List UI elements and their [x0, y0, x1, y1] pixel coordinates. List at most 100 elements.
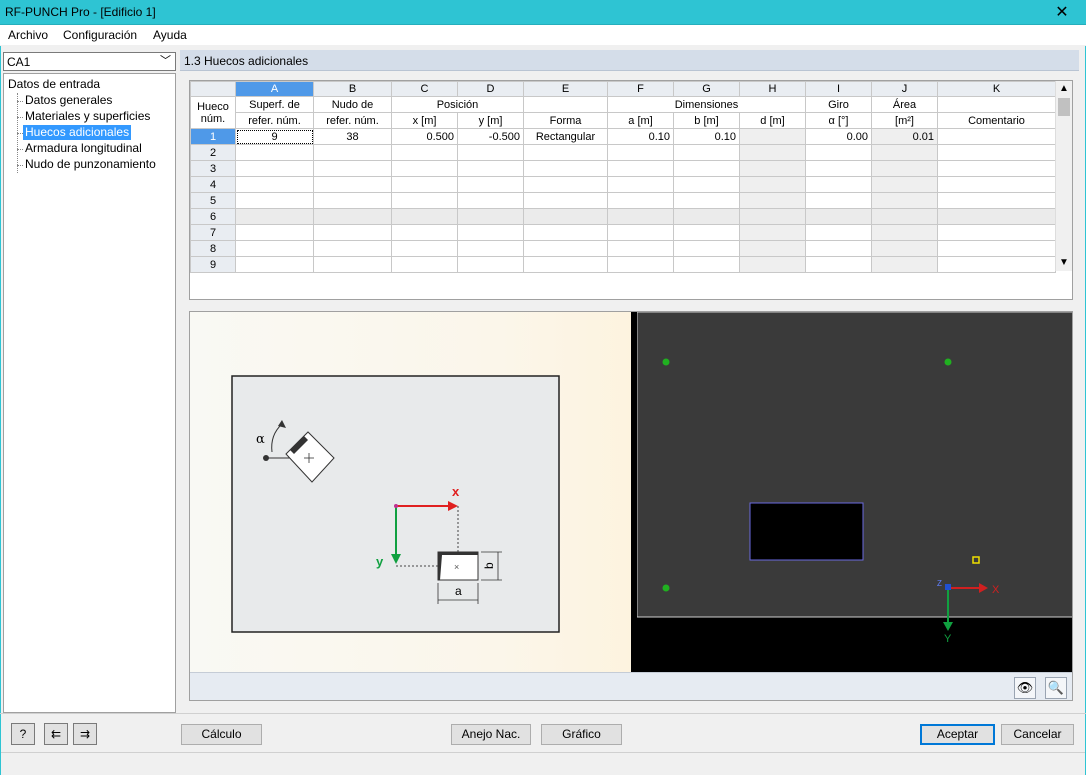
cell-b[interactable]	[313, 240, 392, 257]
cell-f[interactable]	[607, 240, 674, 257]
cell-e[interactable]	[523, 192, 608, 209]
cell-f[interactable]	[607, 144, 674, 161]
cell-b[interactable]: 38	[313, 128, 392, 145]
export-icon[interactable]: ⇉	[73, 723, 97, 745]
cell-b[interactable]	[313, 256, 392, 273]
menu-archivo[interactable]: Archivo	[8, 28, 48, 42]
table-row[interactable]: 6	[190, 208, 1056, 225]
cell-a[interactable]	[235, 240, 314, 257]
cell-c[interactable]	[391, 160, 458, 177]
cell-h[interactable]	[739, 128, 806, 145]
cell-f[interactable]	[607, 160, 674, 177]
ok-button[interactable]: Aceptar	[920, 724, 995, 745]
tree-item-huecos-adicionales[interactable]: Huecos adicionales	[23, 125, 132, 140]
row-number[interactable]: 6	[190, 208, 236, 225]
cell-h[interactable]	[739, 208, 806, 225]
load-case-select[interactable]: CA1 ﹀	[3, 52, 176, 71]
cell-f[interactable]	[607, 192, 674, 209]
row-number[interactable]: 2	[190, 144, 236, 161]
cancel-button[interactable]: Cancelar	[1001, 724, 1074, 745]
row-number[interactable]: 9	[190, 256, 236, 273]
col-letter-a[interactable]: A	[235, 81, 314, 97]
cell-j[interactable]	[871, 224, 938, 241]
cell-h[interactable]	[739, 160, 806, 177]
cell-i[interactable]	[805, 176, 872, 193]
menu-configuracion[interactable]: Configuración	[63, 28, 137, 42]
cell-i[interactable]	[805, 240, 872, 257]
cell-e[interactable]: Rectangular	[523, 128, 608, 145]
col-letter-e[interactable]: E	[523, 81, 608, 97]
calc-button[interactable]: Cálculo	[181, 724, 262, 745]
cell-g[interactable]	[673, 224, 740, 241]
tree-root[interactable]: Datos de entrada	[8, 77, 100, 91]
cell-f[interactable]: 0.10	[607, 128, 674, 145]
cell-g[interactable]	[673, 160, 740, 177]
cell-c[interactable]: 0.500	[391, 128, 458, 145]
cell-e[interactable]	[523, 176, 608, 193]
cell-a[interactable]	[235, 144, 314, 161]
cell-f[interactable]	[607, 224, 674, 241]
table-row[interactable]: 7	[190, 224, 1056, 241]
eye-icon[interactable]: 👁	[1014, 677, 1036, 699]
table-row[interactable]: 5	[190, 192, 1056, 209]
cell-b[interactable]	[313, 224, 392, 241]
table-row[interactable]: 3	[190, 160, 1056, 177]
cell-g[interactable]: 0.10	[673, 128, 740, 145]
cell-d[interactable]	[457, 160, 524, 177]
cell-i[interactable]: 0.00	[805, 128, 872, 145]
row-number[interactable]: 8	[190, 240, 236, 257]
cell-k[interactable]	[937, 160, 1056, 177]
cell-a[interactable]	[235, 208, 314, 225]
cell-c[interactable]	[391, 176, 458, 193]
cell-f[interactable]	[607, 256, 674, 273]
cell-f[interactable]	[607, 208, 674, 225]
cell-j[interactable]	[871, 160, 938, 177]
cell-d[interactable]	[457, 192, 524, 209]
cell-a[interactable]	[235, 192, 314, 209]
col-letter-h[interactable]: H	[739, 81, 806, 97]
col-letter-d[interactable]: D	[457, 81, 524, 97]
cell-e[interactable]	[523, 224, 608, 241]
cell-a[interactable]: 9	[235, 128, 314, 145]
cell-g[interactable]	[673, 240, 740, 257]
graphic-button[interactable]: Gráfico	[541, 724, 622, 745]
cell-c[interactable]	[391, 192, 458, 209]
import-icon[interactable]: ⇇	[44, 723, 68, 745]
cell-d[interactable]	[457, 256, 524, 273]
menu-ayuda[interactable]: Ayuda	[153, 28, 187, 42]
cell-g[interactable]	[673, 176, 740, 193]
cell-b[interactable]	[313, 192, 392, 209]
cell-j[interactable]	[871, 256, 938, 273]
help-icon[interactable]: ?	[11, 723, 35, 745]
cell-h[interactable]	[739, 144, 806, 161]
cell-c[interactable]	[391, 240, 458, 257]
cell-b[interactable]	[313, 160, 392, 177]
cell-h[interactable]	[739, 240, 806, 257]
cell-a[interactable]	[235, 256, 314, 273]
col-letter-g[interactable]: G	[673, 81, 740, 97]
cell-c[interactable]	[391, 208, 458, 225]
scroll-up-icon[interactable]: ▲	[1056, 81, 1072, 97]
row-number[interactable]: 5	[190, 192, 236, 209]
cell-k[interactable]	[937, 176, 1056, 193]
table-row[interactable]: 9	[190, 256, 1056, 273]
scroll-down-icon[interactable]: ▼	[1056, 255, 1072, 271]
cell-j[interactable]	[871, 176, 938, 193]
col-letter-i[interactable]: I	[805, 81, 872, 97]
cell-i[interactable]	[805, 256, 872, 273]
row-number[interactable]: 1	[190, 128, 236, 145]
row-number[interactable]: 7	[190, 224, 236, 241]
cell-h[interactable]	[739, 256, 806, 273]
col-letter-b[interactable]: B	[313, 81, 392, 97]
tree-item-nudo-punzonamiento[interactable]: Nudo de punzonamiento	[23, 157, 158, 172]
cell-e[interactable]	[523, 208, 608, 225]
cell-f[interactable]	[607, 176, 674, 193]
table-row[interactable]: 8	[190, 240, 1056, 257]
cell-k[interactable]	[937, 144, 1056, 161]
cell-k[interactable]	[937, 256, 1056, 273]
cell-j[interactable]	[871, 192, 938, 209]
cell-i[interactable]	[805, 144, 872, 161]
cell-b[interactable]	[313, 208, 392, 225]
table-row[interactable]: 2	[190, 144, 1056, 161]
cell-d[interactable]	[457, 224, 524, 241]
